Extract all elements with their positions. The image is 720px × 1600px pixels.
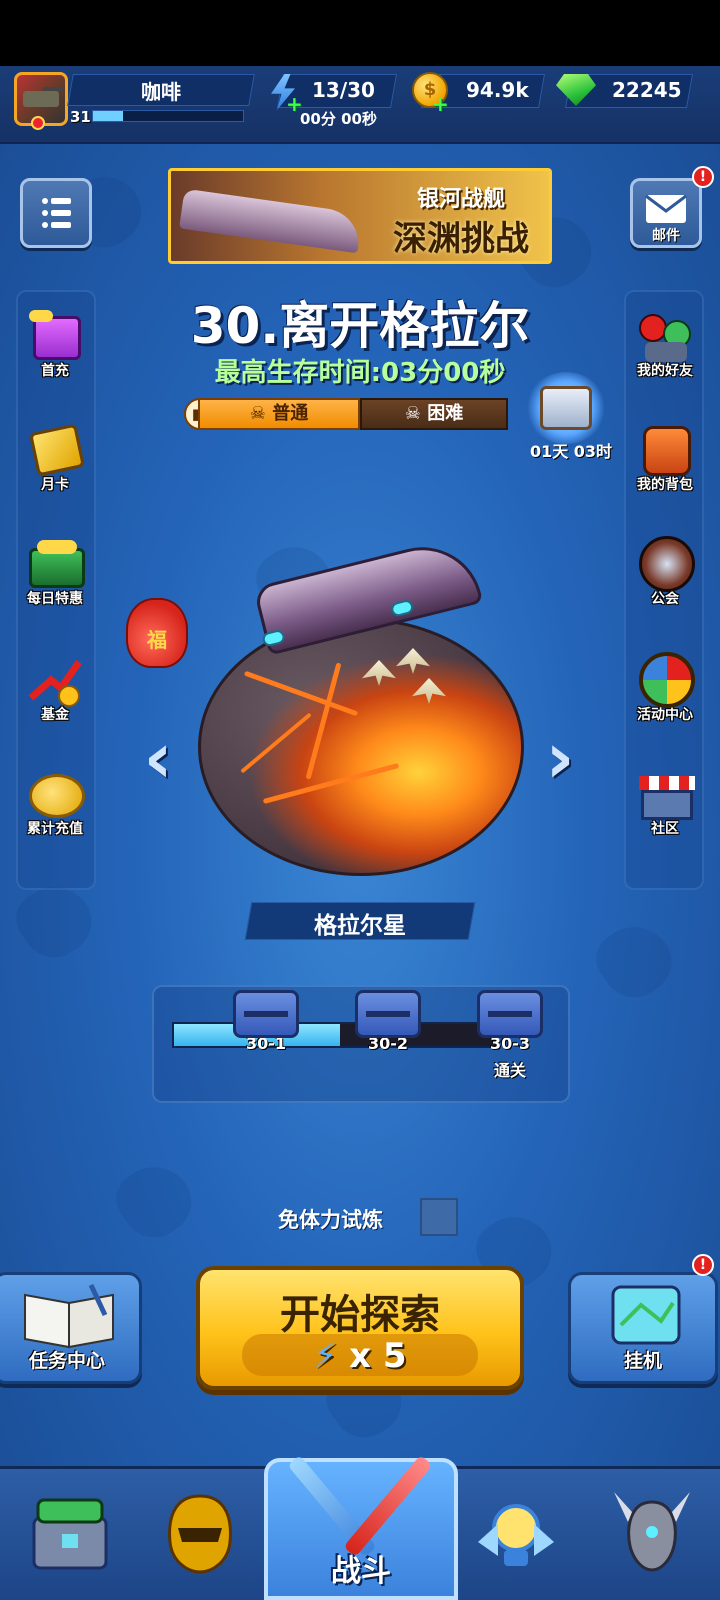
shop-icon xyxy=(635,764,695,824)
spaceship-icon xyxy=(478,1504,554,1566)
menu-first-recharge[interactable]: 首充 xyxy=(10,306,100,380)
guild-icon xyxy=(635,534,695,594)
nav-shop[interactable] xyxy=(22,1482,118,1582)
difficulty-normal-tab[interactable]: ☠ 普通 xyxy=(198,398,360,430)
fund-arrow-icon xyxy=(25,650,85,710)
difficulty-hard-label: 困难 xyxy=(427,403,464,424)
player-name: 咖啡 xyxy=(141,80,181,104)
chest-icon xyxy=(233,990,299,1038)
banner-line1: 银河战舰 xyxy=(416,187,505,212)
start-cost-value: x 5 xyxy=(349,1336,407,1376)
start-explore-button[interactable]: 开始探索 ⚡ x 5 xyxy=(196,1266,524,1390)
banner-line2: 深渊挑战 xyxy=(393,219,529,259)
nav-ship[interactable] xyxy=(468,1482,564,1582)
energy-timer: 00分 00秒 xyxy=(300,110,377,128)
difficulty-hard-tab[interactable]: ☠ 困难 xyxy=(360,398,508,430)
event-wheel-icon xyxy=(635,650,695,710)
idle-button[interactable]: 挂机 xyxy=(568,1272,718,1384)
mail-label: 邮件 xyxy=(652,228,680,244)
idle-alert-badge: ! xyxy=(692,1254,714,1276)
xp-bar xyxy=(92,110,244,122)
chest-icon xyxy=(477,990,543,1038)
chest-timer: 01天 03时 xyxy=(529,442,613,461)
menu-backpack[interactable]: 我的背包 xyxy=(620,420,710,494)
free-trial-label: 免体力试炼 xyxy=(278,1208,383,1232)
coin-count: 94.9k xyxy=(466,78,529,102)
piggy-bank-icon xyxy=(25,764,85,824)
idle-map-icon xyxy=(611,1285,681,1345)
book-icon xyxy=(24,1283,114,1349)
gift-icon xyxy=(25,306,85,366)
nav-rank[interactable] xyxy=(604,1482,700,1582)
mail-alert-badge: ! xyxy=(692,166,714,188)
stage-chest-1[interactable]: 30-1 xyxy=(232,990,300,1053)
add-coins-icon[interactable]: + xyxy=(432,94,449,114)
menu-guild[interactable]: 公会 xyxy=(620,534,710,608)
friends-icon xyxy=(635,306,695,366)
next-stage-arrow[interactable]: › xyxy=(542,723,578,793)
timed-chest[interactable] xyxy=(526,372,606,444)
lucky-bag[interactable]: 福 xyxy=(126,598,188,668)
energy-count: 13/30 xyxy=(312,78,375,102)
helmet-icon xyxy=(168,1494,232,1574)
list-menu-icon xyxy=(42,198,71,228)
difficulty-selector: ▮▮ ☠ 普通 ☠ 困难 xyxy=(184,398,520,430)
prev-stage-arrow[interactable]: ‹ xyxy=(140,723,176,793)
planet[interactable] xyxy=(198,618,524,876)
task-center-button[interactable]: 任务中心 xyxy=(0,1272,142,1384)
sword-icon xyxy=(343,1454,433,1558)
menu-button[interactable] xyxy=(20,178,92,248)
menu-total-recharge[interactable]: 累计充值 xyxy=(10,764,100,838)
stage-title: 30.离开格拉尔 xyxy=(190,297,530,355)
planet-name: 格拉尔星 xyxy=(314,913,406,939)
mail-button[interactable]: 邮件 xyxy=(630,178,702,248)
xp-fill xyxy=(93,111,123,121)
avatar-badge-icon xyxy=(31,116,45,130)
stage-clear-label: 通关 xyxy=(493,1061,526,1080)
treasure-chest-icon xyxy=(25,534,85,594)
nav-hero[interactable] xyxy=(152,1482,248,1582)
mail-icon xyxy=(645,194,687,223)
start-explore-label: 开始探索 xyxy=(280,1292,440,1338)
menu-monthly-card[interactable]: 月卡 xyxy=(10,420,100,494)
difficulty-normal-label: 普通 xyxy=(272,403,309,424)
menu-fund[interactable]: 基金 xyxy=(10,650,100,724)
menu-daily-deal[interactable]: 每日特惠 xyxy=(10,534,100,608)
lucky-bag-label: 福 xyxy=(147,628,167,652)
menu-community[interactable]: 社区 xyxy=(620,764,710,838)
status-bar xyxy=(0,0,720,66)
idle-label: 挂机 xyxy=(623,1350,662,1372)
chest-icon xyxy=(355,990,421,1038)
backpack-icon xyxy=(635,420,695,480)
card-icon xyxy=(25,420,86,480)
menu-friends[interactable]: 我的好友 xyxy=(620,306,710,380)
nav-battle[interactable]: 战斗 xyxy=(264,1454,458,1600)
start-cost: ⚡ x 5 xyxy=(200,1336,520,1376)
player-level: 31 xyxy=(70,108,91,126)
stage-chest-3[interactable]: 30-3 通关 xyxy=(476,990,544,1081)
event-banner[interactable]: 银河战舰 深渊挑战 xyxy=(168,168,552,264)
stage-chest-2[interactable]: 30-2 xyxy=(354,990,422,1053)
banner-ship-icon xyxy=(179,188,363,254)
stage-progress-bar xyxy=(172,1022,496,1048)
menu-event-center[interactable]: 活动中心 xyxy=(620,650,710,724)
nav-battle-label: 战斗 xyxy=(331,1554,391,1589)
energy-icon: ⚡ xyxy=(313,1336,338,1376)
free-trial-checkbox[interactable] xyxy=(420,1198,458,1236)
chest-icon xyxy=(540,386,592,430)
horned-helmet-icon xyxy=(614,1492,690,1572)
gem-count: 22245 xyxy=(612,78,682,102)
best-survival-time: 最高生存时间:03分00秒 xyxy=(214,358,506,388)
treasure-chest-icon xyxy=(32,1498,108,1570)
task-center-label: 任务中心 xyxy=(28,1350,105,1372)
